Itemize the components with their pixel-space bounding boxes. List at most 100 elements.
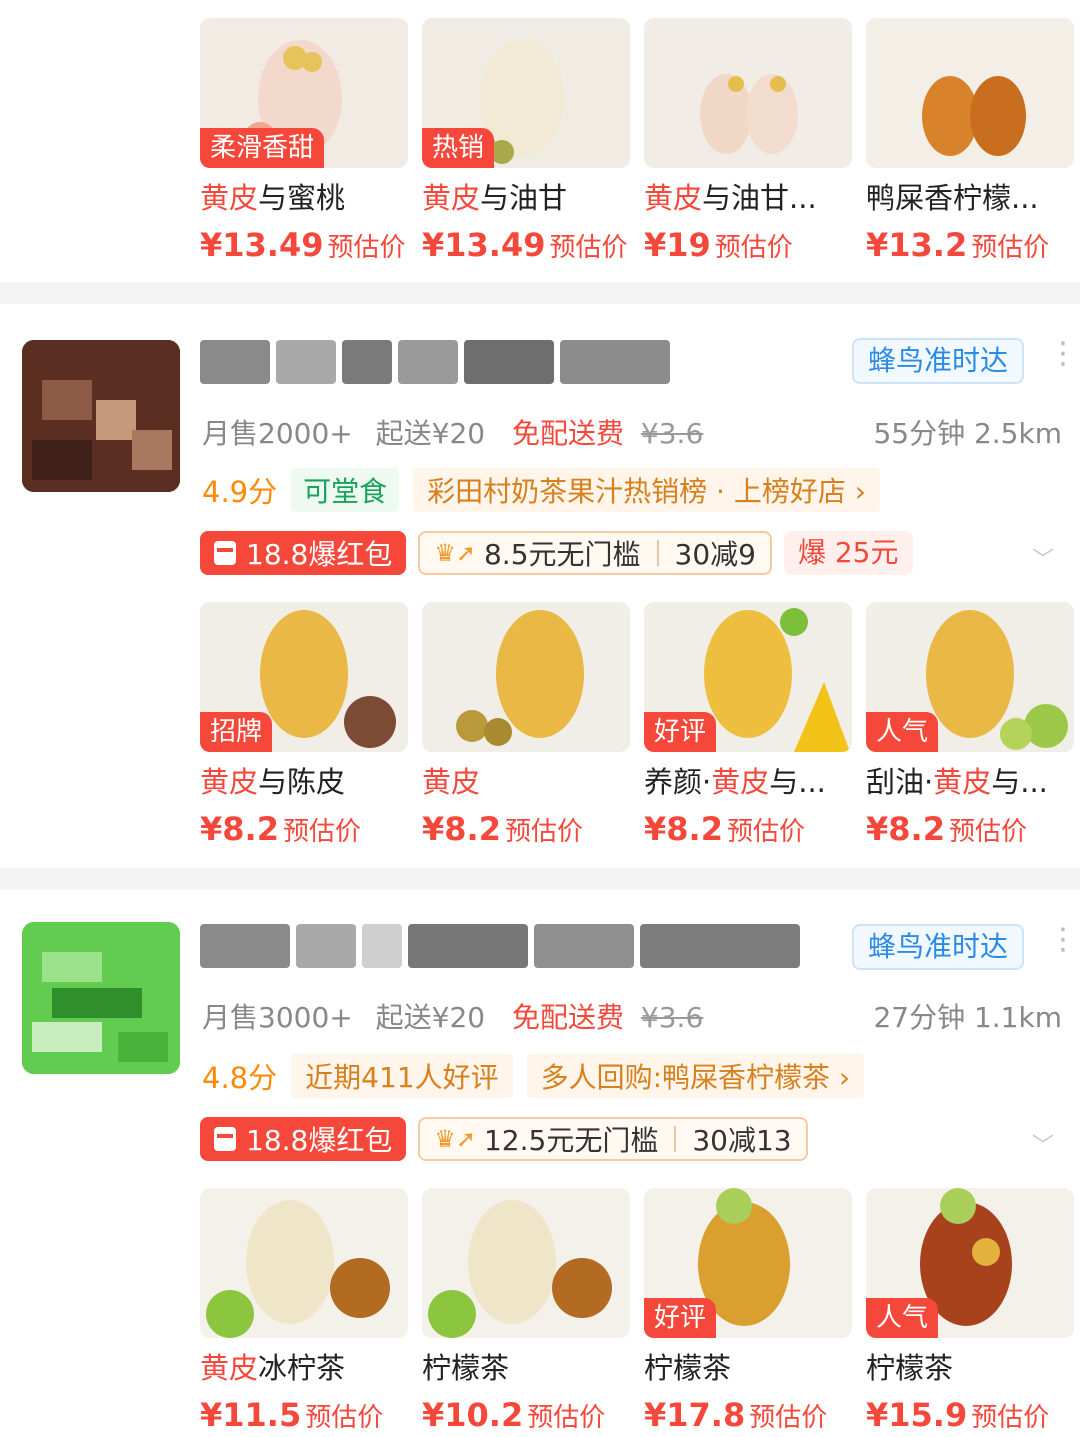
shop-meta: 月售2000+ 起送¥20 免配送费 ¥3.6 55分钟 2.5km [202, 412, 1062, 452]
product-name: 黄皮与陈皮 [200, 765, 346, 799]
delivery-time-distance: 27分钟 1.1km [873, 1001, 1062, 1034]
section-divider [0, 868, 1080, 890]
product-image[interactable] [644, 18, 852, 168]
product-name: 黄皮与油甘 [422, 181, 568, 215]
product-image[interactable]: 好评 [644, 1188, 852, 1338]
more-icon[interactable]: ⋮ [1048, 925, 1078, 955]
product-name: 黄皮冰柠茶 [200, 1351, 346, 1385]
promo-row: 18.8爆红包 ♛➚ 8.5元无门槛 30减9 爆 25元 [200, 530, 913, 576]
product-image[interactable] [866, 18, 1074, 168]
shop-meta: 月售3000+ 起送¥20 免配送费 ¥3.6 27分钟 1.1km [202, 996, 1062, 1036]
more-icon[interactable]: ⋮ [1048, 339, 1078, 369]
product-price: ¥10.2 预估价 [422, 1396, 606, 1434]
free-delivery-label: 免配送费 [512, 1001, 625, 1034]
red-envelope-icon [214, 541, 236, 565]
section-divider [0, 282, 1080, 304]
product-badge: 好评 [644, 712, 717, 752]
product-image[interactable] [422, 602, 630, 752]
coupon-tag[interactable]: ♛➚ 8.5元无门槛 30减9 [418, 531, 772, 575]
shop-avatar[interactable] [22, 340, 180, 492]
product-card[interactable]: 柠檬茶 ¥10.2 预估价 [422, 1188, 630, 1434]
product-name: 鸭屎香柠檬... [866, 181, 1039, 215]
product-card[interactable]: 热销 黄皮与油甘 ¥13.49 预估价 [422, 18, 630, 264]
product-row: 柔滑香甜 黄皮与蜜桃 ¥13.49 预估价 热销 黄皮与油甘 ¥13.49 预估价 … [200, 18, 1080, 278]
product-name: 黄皮与蜜桃 [200, 181, 346, 215]
promo-row: 18.8爆红包 ♛➚ 12.5元无门槛 30减13 [200, 1116, 808, 1162]
product-card[interactable]: 柔滑香甜 黄皮与蜜桃 ¥13.49 预估价 [200, 18, 408, 264]
review-tag: 近期411人好评 [291, 1054, 513, 1098]
red-envelope-icon [214, 1127, 236, 1151]
product-name: 柠檬茶 [866, 1351, 954, 1385]
product-image[interactable]: 人气 [866, 1188, 1074, 1338]
repeat-purchase-tag[interactable]: 多人回购:鸭屎香柠檬茶 › [526, 1054, 865, 1098]
product-card[interactable]: 招牌 黄皮与陈皮 ¥8.2 预估价 [200, 602, 408, 848]
product-card[interactable]: 好评 柠檬茶 ¥17.8 预估价 [644, 1188, 852, 1434]
product-price: ¥11.5 预估价 [200, 1396, 384, 1434]
product-image[interactable]: 好评 [644, 602, 852, 752]
product-row: 招牌 黄皮与陈皮 ¥8.2 预估价 黄皮 ¥8.2 预估价 好评 养颜·黄皮与...… [200, 602, 1080, 862]
shop-score: 4.8分 [202, 1061, 278, 1095]
drink-combo-icon [700, 74, 798, 154]
crown-arrow-icon: ♛➚ [434, 1125, 476, 1153]
product-row: 黄皮冰柠茶 ¥11.5 预估价 柠檬茶 ¥10.2 预估价 好评 柠檬茶 ¥17.8… [200, 1188, 1080, 1437]
product-card[interactable]: 好评 养颜·黄皮与... ¥8.2 预估价 [644, 602, 852, 848]
product-name: 黄皮 [422, 765, 481, 799]
ranking-tag[interactable]: 彩田村奶茶果汁热销榜 · 上榜好店 › [413, 468, 880, 512]
product-badge: 招牌 [200, 712, 273, 752]
coupon-tag[interactable]: ♛➚ 12.5元无门槛 30减13 [418, 1117, 808, 1161]
product-image[interactable]: 柔滑香甜 [200, 18, 408, 168]
delivery-time-distance: 55分钟 2.5km [873, 417, 1062, 450]
shop-card[interactable]: 蜂鸟准时达 ⋮ 月售2000+ 起送¥20 免配送费 ¥3.6 55分钟 2.5… [0, 304, 1080, 868]
previous-shop-section: 柔滑香甜 黄皮与蜜桃 ¥13.49 预估价 热销 黄皮与油甘 ¥13.49 预估价 … [0, 0, 1080, 282]
product-image[interactable] [422, 1188, 630, 1338]
red-packet-button[interactable]: 18.8爆红包 [200, 531, 407, 575]
dine-in-tag: 可堂食 [291, 468, 400, 512]
product-image[interactable] [200, 1188, 408, 1338]
monthly-sales: 月售2000+ [202, 417, 353, 450]
product-price: ¥17.8 预估价 [644, 1396, 828, 1434]
drink-cup-icon [428, 1200, 612, 1338]
product-price: ¥19 预估价 [644, 226, 793, 264]
blurred-shop-logo-icon [22, 922, 180, 1074]
product-badge: 人气 [866, 712, 939, 752]
rating-row: 4.8分 近期411人好评 多人回购:鸭屎香柠檬茶 › [202, 1054, 865, 1098]
product-price: ¥13.49 预估价 [200, 226, 406, 264]
min-order: 起送¥20 [375, 417, 486, 450]
original-delivery-fee: ¥3.6 [640, 1001, 704, 1034]
product-price: ¥8.2 预估价 [422, 810, 583, 848]
product-price: ¥8.2 预估价 [644, 810, 805, 848]
monthly-sales: 月售3000+ [202, 1001, 353, 1034]
product-card[interactable]: 黄皮冰柠茶 ¥11.5 预估价 [200, 1188, 408, 1434]
shop-name-blurred[interactable] [200, 924, 800, 972]
product-price: ¥15.9 预估价 [866, 1396, 1050, 1434]
product-card[interactable]: 人气 柠檬茶 ¥15.9 预估价 [866, 1188, 1074, 1434]
product-price: ¥8.2 预估价 [200, 810, 361, 848]
product-image[interactable]: 热销 [422, 18, 630, 168]
chevron-down-icon[interactable]: ﹀ [1032, 1128, 1054, 1160]
product-badge: 人气 [866, 1298, 939, 1338]
product-image[interactable]: 人气 [866, 602, 1074, 752]
drink-combo-icon [922, 76, 1026, 156]
product-name: 柠檬茶 [644, 1351, 732, 1385]
product-price: ¥13.49 预估价 [422, 226, 628, 264]
shop-avatar[interactable] [22, 922, 180, 1074]
product-image[interactable]: 招牌 [200, 602, 408, 752]
product-name: 养颜·黄皮与... [644, 765, 826, 799]
product-price: ¥13.2 预估价 [866, 226, 1050, 264]
product-card[interactable]: 鸭屎香柠檬... ¥13.2 预估价 [866, 18, 1074, 264]
product-badge: 热销 [422, 128, 495, 168]
shop-score: 4.9分 [202, 475, 278, 509]
product-card[interactable]: 人气 刮油·黄皮与... ¥8.2 预估价 [866, 602, 1074, 848]
product-badge: 好评 [644, 1298, 717, 1338]
bao-discount-tag[interactable]: 爆 25元 [783, 531, 913, 575]
drink-cup-icon [456, 610, 584, 746]
product-name: 刮油·黄皮与... [866, 765, 1048, 799]
shop-card[interactable]: 蜂鸟准时达 ⋮ 月售3000+ 起送¥20 免配送费 ¥3.6 27分钟 1.1… [0, 890, 1080, 1437]
product-card[interactable]: 黄皮 ¥8.2 预估价 [422, 602, 630, 848]
product-card[interactable]: 黄皮与油甘... ¥19 预估价 [644, 18, 852, 264]
drink-cup-icon [206, 1200, 390, 1338]
red-packet-button[interactable]: 18.8爆红包 [200, 1117, 407, 1161]
chevron-down-icon[interactable]: ﹀ [1032, 542, 1054, 574]
shop-name-blurred[interactable] [200, 340, 670, 388]
blurred-shop-logo-icon [22, 340, 180, 492]
